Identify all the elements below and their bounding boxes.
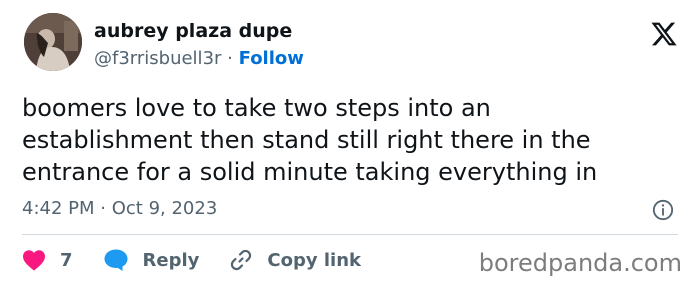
like-count: 7 xyxy=(60,249,73,271)
display-name[interactable]: aubrey plaza dupe xyxy=(94,20,292,42)
meta-separator: · xyxy=(100,198,106,219)
tweet-timestamp[interactable]: 4:42 PM · Oct 9, 2023 xyxy=(22,198,217,219)
like-button[interactable]: 7 xyxy=(22,249,73,271)
handle-separator: · xyxy=(227,48,233,69)
avatar[interactable] xyxy=(24,13,82,71)
tweet-line: boomers love to take two steps into an xyxy=(22,94,491,122)
tweet-text: boomers love to take two steps into an e… xyxy=(22,92,682,188)
action-bar: 7 Reply Copy link xyxy=(22,245,361,275)
tweet-date: Oct 9, 2023 xyxy=(111,198,218,219)
follow-button[interactable]: Follow xyxy=(239,48,304,69)
reply-button[interactable]: Reply xyxy=(103,248,200,272)
watermark: boredpanda.com xyxy=(478,249,682,277)
handle-row: @f3rrisbuell3r · Follow xyxy=(94,48,304,69)
copy-link-label: Copy link xyxy=(267,249,361,271)
speech-bubble-icon xyxy=(104,249,128,271)
tweet-line: entrance for a solid minute taking every… xyxy=(22,158,598,186)
heart-icon xyxy=(23,250,45,271)
tweet-line: establishment then stand still right the… xyxy=(22,126,591,154)
handle[interactable]: @f3rrisbuell3r xyxy=(94,48,221,69)
reply-label: Reply xyxy=(142,249,200,271)
tweet-time: 4:42 PM xyxy=(22,198,95,219)
avatar-photo xyxy=(24,13,82,71)
link-icon xyxy=(231,249,252,271)
x-logo-icon[interactable] xyxy=(650,20,678,48)
info-icon[interactable] xyxy=(652,199,674,221)
copy-link-button[interactable]: Copy link xyxy=(229,248,361,272)
divider xyxy=(22,234,678,235)
